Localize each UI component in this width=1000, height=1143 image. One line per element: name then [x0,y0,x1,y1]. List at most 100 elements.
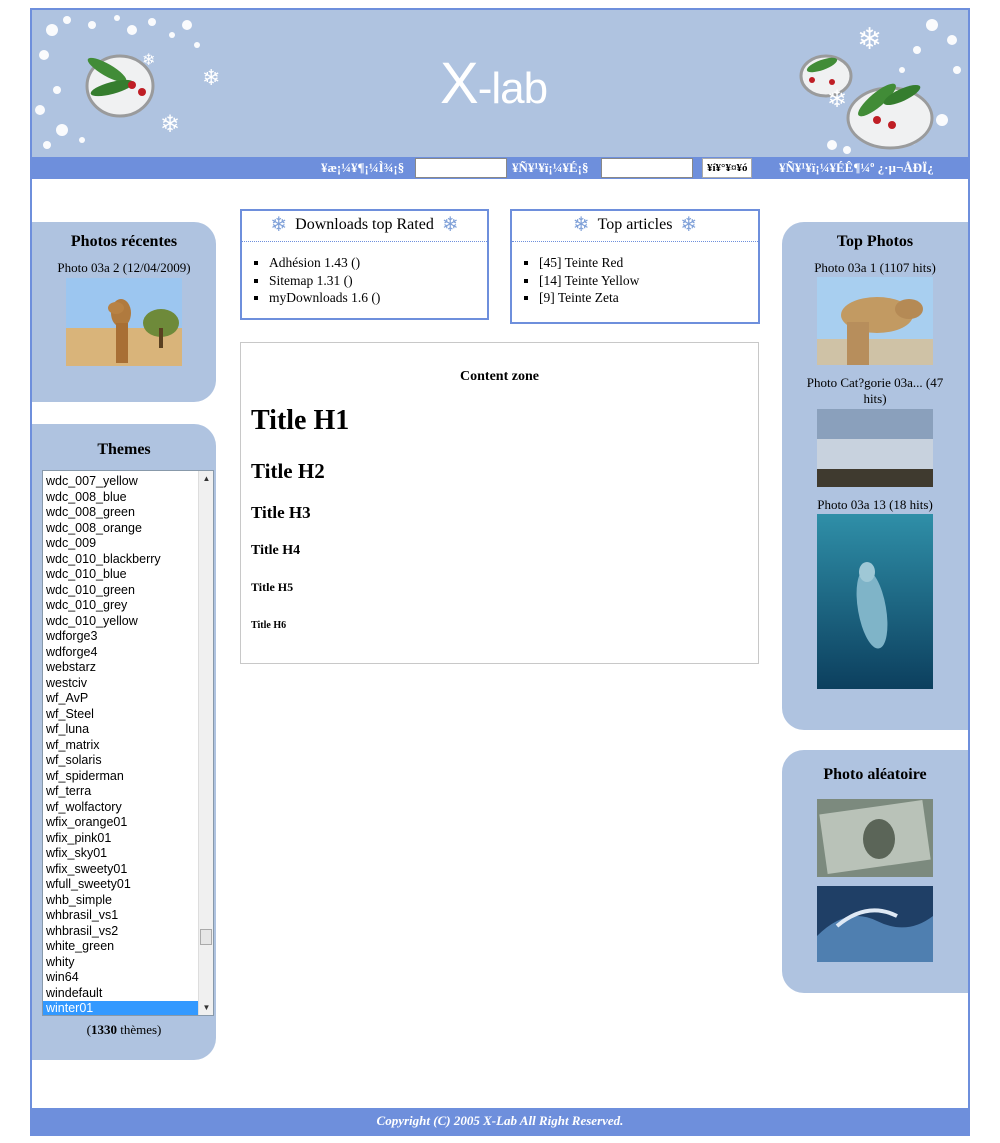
theme-option[interactable]: wfix_orange01 [43,815,198,831]
theme-option[interactable]: wf_luna [43,722,198,738]
theme-option[interactable]: wf_solaris [43,753,198,769]
top-photos-box: Top Photos Photo 03a 1 (1107 hits) Photo… [782,222,968,730]
theme-option[interactable]: wfull_sweety01 [43,877,198,893]
theme-option[interactable]: wf_AvP [43,691,198,707]
theme-option[interactable]: wdc_010_yellow [43,614,198,630]
top-articles-header: ❄ Top articles ❄ [512,211,758,242]
download-item[interactable]: Sitemap 1.31 () [269,272,487,290]
snowflake-icon: ❄ [202,65,221,90]
password-input[interactable] [601,158,693,178]
photo-caption[interactable]: Photo Cat?gorie 03a... (47 hits) [782,375,968,407]
photo-aleatoire-box: Photo aléatoire [782,750,968,993]
site-logo[interactable]: X-lab [440,50,548,117]
snowflake-icon: ❄ [680,214,698,236]
photos-recentes-title: Photos récentes [70,233,178,250]
site-header: ❄ ❄ ❄ ❄ ❄ X-lab [32,10,968,157]
scrollbar[interactable]: ▲ ▼ [198,471,213,1015]
theme-select-list[interactable]: wdc_007_yellow wdc_008_blue wdc_008_green w… [42,470,214,1016]
username-input[interactable] [415,158,507,178]
password-label: ¥Ñ¥¹¥ï¡¼¥É¡§ [512,160,589,175]
title-h2: Title H2 [251,459,325,483]
download-item[interactable]: myDownloads 1.6 () [269,289,487,307]
theme-option[interactable]: whity [43,955,198,971]
theme-option[interactable]: wfix_pink01 [43,831,198,847]
snowflake-icon: ❄ [142,52,156,69]
camel-head-photo[interactable] [817,277,933,365]
theme-option[interactable]: wdc_009 [43,536,198,552]
theme-option[interactable]: wdforge4 [43,645,198,661]
article-item[interactable]: [45] Teinte Red [539,254,758,272]
title-h4: Title H4 [251,543,301,558]
photo-caption[interactable]: Photo 03a 1 (1107 hits) [782,260,968,276]
theme-option[interactable]: wdc_010_green [43,583,198,599]
theme-option[interactable]: wdc_008_orange [43,521,198,537]
top-articles-title: Top articles [597,216,673,233]
theme-option[interactable]: white_green [43,939,198,955]
theme-option[interactable]: wdc_010_blackberry [43,552,198,568]
theme-option[interactable]: wdc_008_blue [43,490,198,506]
downloads-list: Adhésion 1.43 () Sitemap 1.31 () myDownl… [242,254,487,307]
downloads-panel: ❄ Downloads top Rated ❄ Adhésion 1.43 () S… [240,209,489,320]
downloads-header: ❄ Downloads top Rated ❄ [242,211,487,242]
theme-option[interactable]: webstarz [43,660,198,676]
theme-option[interactable]: wdforge3 [43,629,198,645]
downloads-title: Downloads top Rated [295,216,434,233]
snowflake-icon: ❄ [857,23,883,56]
photo-caption[interactable]: Photo 03a 2 (12/04/2009) [32,260,216,276]
banknote-photo[interactable] [817,799,933,877]
top-photos-title: Top Photos [836,233,914,250]
article-item[interactable]: [9] Teinte Zeta [539,289,758,307]
theme-option[interactable]: wdc_010_grey [43,598,198,614]
snowflake-icon: ❄ [572,214,590,236]
theme-option[interactable]: winter01 [43,1001,198,1015]
register-link[interactable]: ¥Ñ¥¹¥ï¡¼¥ÉÊ¶¼º ¿·µ¬ÅÐÏ¿ [779,160,934,176]
theme-option[interactable]: wf_spiderman [43,769,198,785]
camel-photo[interactable] [66,278,182,366]
theme-option[interactable]: whb_simple [43,893,198,909]
birds-flock-photo[interactable] [817,409,933,487]
title-h3: Title H3 [251,503,311,522]
snowflake-icon: ❄ [827,87,848,113]
theme-option[interactable]: wf_wolfactory [43,800,198,816]
title-h5: Title H5 [251,580,294,594]
login-bar: ¥æ¡¼¥¶¡¼Ì¾¡§ ¥Ñ¥¹¥ï¡¼¥É¡§ ¥í¥°¥¤¥ó ¥Ñ¥¹¥… [32,157,968,179]
dolphin-photo[interactable] [817,514,933,689]
page-frame: ❄ ❄ ❄ ❄ ❄ X-lab ¥æ¡¼¥¶¡¼Ì¾¡§ ¥Ñ¥¹¥ï¡¼¥É¡… [30,8,970,1136]
snowflake-icon: ❄ [160,112,181,138]
theme-option[interactable]: wf_Steel [43,707,198,723]
theme-option[interactable]: westciv [43,676,198,692]
content-zone: Content zone Title H1 Title H2 Title H3 … [240,342,759,664]
article-item[interactable]: [14] Teinte Yellow [539,272,758,290]
title-h1: Title H1 [251,405,350,436]
content-zone-title: Content zone [460,369,539,384]
username-label: ¥æ¡¼¥¶¡¼Ì¾¡§ [321,160,405,175]
theme-option[interactable]: wf_matrix [43,738,198,754]
login-button[interactable]: ¥í¥°¥¤¥ó [702,158,753,178]
theme-option[interactable]: wdc_008_green [43,505,198,521]
scroll-down-arrow-icon[interactable]: ▼ [199,1000,213,1015]
top-articles-list: [45] Teinte Red [14] Teinte Yellow [9] T… [512,254,758,307]
theme-option[interactable]: wfix_sky01 [43,846,198,862]
snowflake-icon: ❄ [441,214,459,236]
theme-option[interactable]: whbrasil_vs2 [43,924,198,940]
title-h6: Title H6 [251,620,287,631]
theme-option[interactable]: windefault [43,986,198,1002]
snowflake-icon: ❄ [270,214,288,236]
wave-photo[interactable] [817,886,933,962]
scroll-up-arrow-icon[interactable]: ▲ [199,471,213,486]
download-item[interactable]: Adhésion 1.43 () [269,254,487,272]
themes-title: Themes [97,441,151,458]
top-articles-panel: ❄ Top articles ❄ [45] Teinte Red [14] Tein… [510,209,760,324]
theme-option[interactable]: wdc_007_yellow [43,474,198,490]
photo-caption[interactable]: Photo 03a 13 (18 hits) [782,497,968,513]
theme-option[interactable]: wfix_sweety01 [43,862,198,878]
photo-aleatoire-title: Photo aléatoire [823,766,927,783]
theme-option[interactable]: wdc_010_blue [43,567,198,583]
theme-option[interactable]: whbrasil_vs1 [43,908,198,924]
site-footer: Copyright (C) 2005 X-Lab All Right Reser… [32,1108,968,1134]
photos-recentes-box: Photos récentes Photo 03a 2 (12/04/2009) [32,222,216,402]
theme-option[interactable]: wf_terra [43,784,198,800]
scroll-thumb[interactable] [200,929,212,945]
themes-box: Themes wdc_007_yellow wdc_008_blue wdc_008… [32,424,216,1060]
theme-option[interactable]: win64 [43,970,198,986]
